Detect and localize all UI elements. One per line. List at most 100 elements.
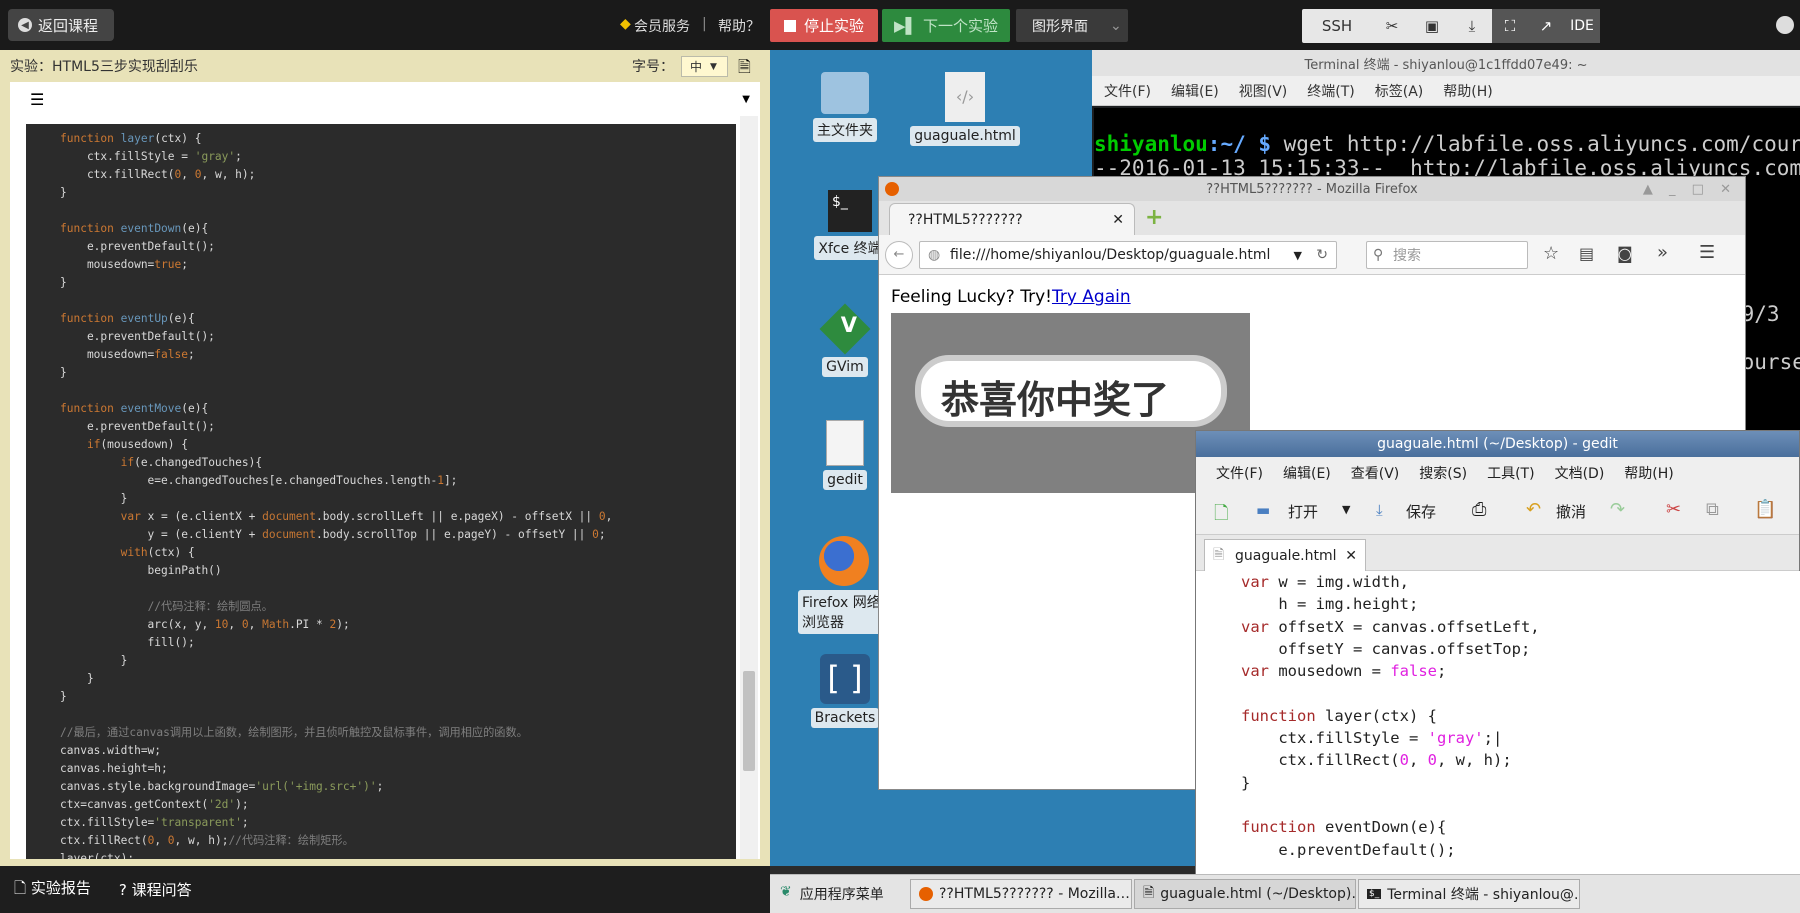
prize-text: 恭喜你中奖了: [941, 378, 1170, 422]
lesson-header: 实验：HTML5三步实现刮刮乐 字号：: [0, 50, 770, 82]
open-button[interactable]: 打开: [1288, 501, 1318, 522]
terminal-menu-edit[interactable]: 编辑(E): [1171, 81, 1219, 101]
next-icon: ▶▌: [893, 16, 918, 35]
hamburger-menu-icon[interactable]: ☰: [1699, 242, 1715, 263]
overflow-icon[interactable]: »: [1657, 242, 1668, 263]
toc-bar[interactable]: ☰ ▼: [10, 82, 760, 116]
try-again-link[interactable]: Try Again: [1052, 287, 1131, 307]
file-icon: 🗎: [1213, 546, 1225, 563]
paste-icon[interactable]: 📋: [1754, 499, 1776, 520]
search-bar[interactable]: ⚲ 搜索: [1366, 241, 1528, 269]
desktop-icon-guaguale[interactable]: ‹/› guaguale.html: [910, 72, 1020, 146]
new-tab-icon[interactable]: +: [1145, 205, 1163, 230]
desktop-icon-label: Brackets: [810, 708, 880, 728]
close-tab-icon[interactable]: ✕: [1112, 212, 1124, 228]
terminal-menu-file[interactable]: 文件(F): [1104, 81, 1151, 101]
scissors-icon[interactable]: ✂: [1372, 9, 1412, 43]
terminal-task-icon: $_: [1367, 889, 1382, 899]
reading-list-icon[interactable]: ▤: [1579, 244, 1594, 263]
gedit-menu-tools[interactable]: 工具(T): [1487, 463, 1534, 483]
stop-experiment-button[interactable]: 停止实验: [770, 9, 878, 42]
task-terminal[interactable]: $_ Terminal 终端 - shiyanlou@…: [1358, 879, 1580, 909]
copy-icon[interactable]: ⧉: [1706, 499, 1719, 520]
desktop-icon-label: Firefox 网络浏览器: [798, 590, 890, 634]
apps-menu-icon: ❦: [780, 884, 792, 900]
separator: |: [702, 16, 707, 32]
font-size-select[interactable]: 中 ▼: [681, 56, 728, 77]
redo-icon[interactable]: ↷: [1610, 499, 1625, 520]
back-label: 返回课程: [38, 16, 99, 35]
next-experiment-button[interactable]: ▶▌ 下一个实验: [882, 9, 1010, 42]
gedit-menu-file[interactable]: 文件(F): [1216, 463, 1263, 483]
task-firefox[interactable]: ??HTML5??????? - Mozilla…: [910, 879, 1132, 909]
navigation-bar: ← ◍ file:///home/shiyanlou/Desktop/guagu…: [879, 235, 1745, 275]
stop-icon: [783, 19, 796, 32]
screen-icon[interactable]: ▣: [1412, 9, 1452, 43]
terminal-icon: $_: [828, 190, 872, 232]
new-file-icon[interactable]: 🗋: [1214, 501, 1228, 531]
eye-icon[interactable]: [1776, 16, 1794, 34]
document-icon[interactable]: 🗎: [738, 56, 751, 83]
page-text: Feeling Lucky? Try!: [891, 287, 1052, 307]
firefox-titlebar[interactable]: ??HTML5??????? - Mozilla Firefox ▲ _ □ ✕: [879, 177, 1745, 201]
url-text: file:///home/shiyanlou/Desktop/guaguale.…: [950, 247, 1271, 263]
member-service-link[interactable]: 会员服务: [634, 16, 690, 36]
close-tab-icon[interactable]: ✕: [1345, 548, 1357, 564]
save-icon[interactable]: ⤓: [1376, 501, 1383, 519]
apps-menu-button[interactable]: ❦ 应用程序菜单: [780, 884, 884, 904]
gui-mode-dropdown[interactable]: 图形界面 ⌄: [1016, 9, 1128, 42]
terminal-titlebar[interactable]: Terminal 终端 - shiyanlou@1c1ffdd07e49: ~: [1092, 50, 1800, 76]
remote-toolbar: SSH ✂ ▣ ⤓ ⛶ ↗ IDE: [1302, 9, 1600, 43]
watermark: ◎ 实验楼: [1460, 786, 1641, 850]
terminal-menu-view[interactable]: 视图(V): [1239, 81, 1288, 101]
open-folder-icon[interactable]: ▬: [1256, 501, 1270, 519]
terminal-menu-tabs[interactable]: 标签(A): [1375, 81, 1424, 101]
gedit-titlebar[interactable]: guaguale.html (~/Desktop) - gedit: [1196, 431, 1799, 457]
url-dropdown-icon[interactable]: ▼: [1294, 249, 1302, 262]
back-to-course-button[interactable]: ◀ 返回课程: [8, 9, 114, 41]
terminal-menu-help[interactable]: 帮助(H): [1443, 81, 1492, 101]
fullscreen-icon[interactable]: ⛶: [1492, 9, 1528, 43]
ide-button[interactable]: IDE: [1564, 9, 1600, 43]
gedit-toolbar: 🗋 ▬ 打开 ▼ ⤓ 保存 ⎙ ↶ 撤消 ↷ ✂ ⧉ 📋: [1196, 489, 1799, 535]
gedit-menu-documents[interactable]: 文档(D): [1555, 463, 1605, 483]
cut-icon[interactable]: ✂: [1666, 499, 1681, 520]
pocket-icon[interactable]: ◙: [1617, 244, 1633, 263]
scrollbar-thumb[interactable]: [743, 671, 755, 771]
help-link[interactable]: 帮助？: [718, 16, 760, 36]
window-controls[interactable]: ▲ _ □ ✕: [1643, 182, 1737, 197]
desktop-icon-gedit[interactable]: gedit: [805, 420, 885, 490]
gedit-menu-help[interactable]: 帮助(H): [1624, 463, 1673, 483]
gedit-menu-search[interactable]: 搜索(S): [1419, 463, 1467, 483]
qa-tab[interactable]: ? 课程问答: [119, 879, 192, 900]
bookmark-star-icon[interactable]: ☆: [1543, 243, 1559, 264]
task-gedit[interactable]: 🗎 guaguale.html (~/Desktop)…: [1134, 879, 1356, 909]
back-icon[interactable]: ←: [885, 241, 913, 269]
browser-tab[interactable]: ??HTML5??????? ✕: [889, 203, 1135, 235]
ssh-button[interactable]: SSH: [1302, 9, 1372, 43]
external-link-icon[interactable]: ↗: [1528, 9, 1564, 43]
undo-button[interactable]: 撤消: [1556, 501, 1586, 522]
download-icon[interactable]: ⤓: [1452, 9, 1492, 43]
desktop-icon-gvim[interactable]: V GVim: [805, 303, 885, 377]
task-label: ??HTML5??????? - Mozilla…: [939, 886, 1130, 902]
desktop-icon-firefox[interactable]: Firefox 网络浏览器: [798, 536, 890, 634]
gedit-tab-label: guaguale.html: [1235, 547, 1337, 564]
save-button[interactable]: 保存: [1406, 501, 1436, 522]
next-label: 下一个实验: [923, 17, 999, 35]
html-file-icon: ‹/›: [945, 72, 985, 122]
top-bar: ◀ 返回课程 ◆ 会员服务 | 帮助？ 停止实验 ▶▌ 下一个实验 图形界面 ⌄…: [0, 0, 1800, 50]
list-icon: ☰: [30, 89, 45, 109]
terminal-menu-terminal[interactable]: 终端(T): [1307, 81, 1354, 101]
url-bar[interactable]: ◍ file:///home/shiyanlou/Desktop/guagual…: [919, 241, 1337, 269]
desktop-icon-home[interactable]: 主文件夹: [805, 72, 885, 142]
undo-icon[interactable]: ↶: [1526, 499, 1541, 520]
gedit-menu-view[interactable]: 查看(V): [1351, 463, 1400, 483]
print-icon[interactable]: ⎙: [1472, 499, 1486, 520]
reload-icon[interactable]: ↻: [1316, 247, 1328, 263]
desktop-icon-brackets[interactable]: [ ] Brackets: [805, 654, 885, 728]
gedit-menu-edit[interactable]: 编辑(E): [1283, 463, 1331, 483]
report-tab[interactable]: 🗋 实验报告: [14, 877, 91, 903]
open-dropdown-icon[interactable]: ▼: [1342, 503, 1350, 516]
gedit-tab[interactable]: 🗎 guaguale.html ✕: [1204, 539, 1366, 571]
